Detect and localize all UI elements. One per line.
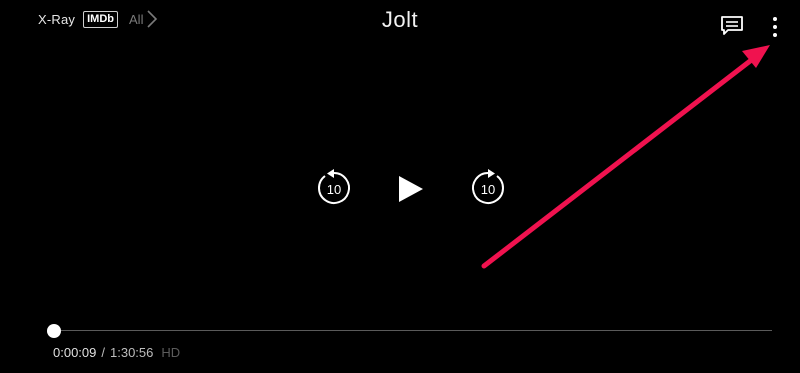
- subtitles-icon[interactable]: [719, 15, 745, 37]
- progress-track[interactable]: [53, 329, 772, 331]
- video-player[interactable]: X-Ray IMDb All Jolt 10 10 0:00:09 / 1:30…: [0, 0, 800, 373]
- forward-10-icon[interactable]: 10: [469, 169, 507, 207]
- time-separator: /: [101, 345, 105, 360]
- play-icon[interactable]: [396, 174, 426, 204]
- time-display: 0:00:09 / 1:30:56 HD: [53, 345, 180, 360]
- current-time: 0:00:09: [53, 345, 97, 360]
- rewind-10-icon[interactable]: 10: [315, 169, 353, 207]
- quality-badge: HD: [161, 345, 181, 360]
- rewind-10-label: 10: [327, 182, 341, 197]
- video-title: Jolt: [381, 7, 419, 32]
- total-time: 1:30:56: [110, 345, 154, 360]
- more-vertical-icon[interactable]: [766, 15, 784, 39]
- progress-thumb[interactable]: [47, 324, 61, 338]
- forward-10-label: 10: [481, 182, 495, 197]
